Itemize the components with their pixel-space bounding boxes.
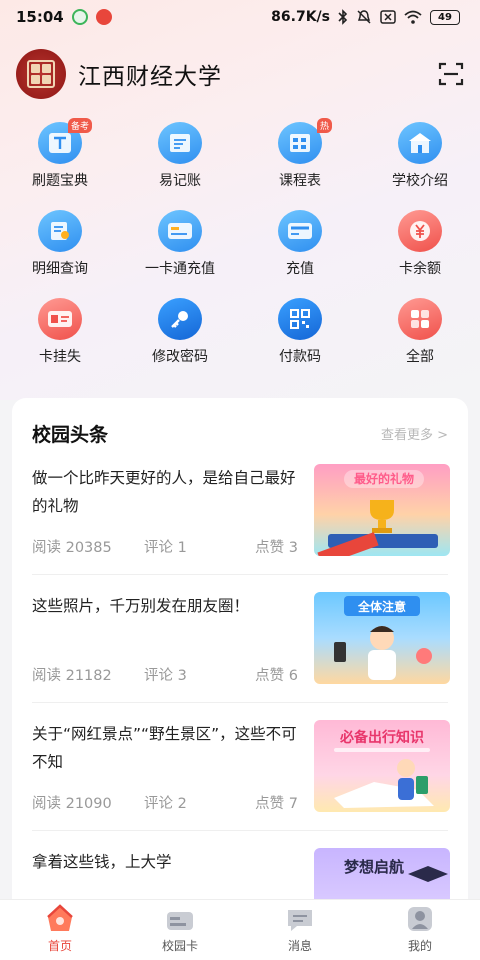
news-title: 做一个比昨天更好的人，是给自己最好的礼物 [32, 469, 296, 515]
wifi-icon [404, 10, 422, 24]
tab-label: 首页 [47, 939, 72, 953]
news-thumbnail: 全体注意 [314, 592, 450, 684]
battery-indicator: 49 [430, 9, 460, 25]
news-title: 关于“网红景点”“野生景区”，这些不可不知 [32, 725, 297, 771]
tab-profile[interactable]: 我的 [360, 900, 480, 960]
thumb-caption: 必备出行知识 [339, 729, 424, 746]
service-label: 课程表 [279, 173, 321, 189]
comment-count: 评论 1 [144, 540, 187, 556]
thumb-caption: 梦想启航 [344, 858, 404, 876]
service-badge: 备考 [67, 118, 92, 133]
tab-messages[interactable]: 消息 [240, 900, 360, 960]
qr-code-icon [278, 298, 322, 340]
tab-label: 校园卡 [161, 939, 198, 953]
service-item-card-recharge[interactable]: 一卡通充值 [120, 210, 240, 278]
balance-icon [398, 210, 442, 252]
news-item[interactable]: 这些照片，千万别发在朋友圈！ 阅读 21182 评论 3 点赞 6 全体注意 [32, 592, 450, 688]
service-label: 明细查询 [32, 261, 88, 277]
tab-home[interactable]: 首页 [0, 900, 120, 960]
view-more-link[interactable]: 查看更多 > [381, 424, 448, 443]
service-grid: 备考 刷题宝典 易记账 热 课程表 学校介绍 明细查询 一卡通充值 充值 卡余额… [0, 118, 480, 366]
card-lost-icon [38, 298, 82, 340]
campus-news-feed: 校园头条 查看更多 > 做一个比昨天更好的人，是给自己最好的礼物 阅读 2038… [12, 398, 468, 918]
like-count: 点赞 7 [255, 796, 298, 812]
all-apps-icon [398, 298, 442, 340]
school-icon [398, 122, 442, 164]
profile-icon [408, 907, 432, 931]
news-title: 这些照片，千万别发在朋友圈！ [32, 597, 250, 615]
service-label: 卡余额 [399, 261, 441, 277]
mute-icon [357, 10, 371, 24]
news-thumbnail: 必备出行知识 [314, 720, 450, 812]
read-count: 阅读 21090 [32, 796, 112, 812]
service-label: 卡挂失 [39, 349, 81, 365]
service-item-detail-query[interactable]: 明细查询 [0, 210, 120, 278]
service-label: 刷题宝典 [32, 173, 88, 189]
status-time: 15:04 [16, 8, 64, 26]
like-count: 点赞 6 [255, 668, 298, 684]
message-icon [288, 910, 312, 931]
tab-campus-card[interactable]: 校园卡 [120, 900, 240, 960]
bottom-nav: 首页 校园卡 消息 我的 [0, 899, 480, 960]
service-label: 付款码 [279, 349, 321, 365]
divider [32, 830, 448, 831]
comment-count: 评论 2 [144, 796, 187, 812]
service-item-all[interactable]: 全部 [360, 298, 480, 366]
app-notification-icon [71, 9, 88, 25]
status-bar: 15:04 86.7K/s 49 [0, 0, 480, 34]
scan-icon [438, 62, 464, 86]
home-icon [47, 904, 73, 931]
no-sim-icon [380, 10, 396, 24]
detail-query-icon [38, 210, 82, 252]
news-item[interactable]: 做一个比昨天更好的人，是给自己最好的礼物 阅读 20385 评论 1 点赞 3 … [32, 464, 450, 560]
tab-label: 我的 [407, 939, 432, 953]
service-label: 充值 [286, 261, 314, 277]
app-notification-icon [95, 9, 112, 25]
service-label: 全部 [406, 349, 434, 365]
page-title: 江西财经大学 [78, 64, 222, 90]
read-count: 阅读 20385 [32, 540, 112, 556]
service-label: 易记账 [159, 173, 201, 189]
service-item-question-bank[interactable]: 备考 刷题宝典 [0, 118, 120, 190]
service-item-change-password[interactable]: 修改密码 [120, 298, 240, 366]
service-label: 修改密码 [152, 349, 208, 365]
service-item-card-lost[interactable]: 卡挂失 [0, 298, 120, 366]
service-item-bookkeeping[interactable]: 易记账 [120, 122, 240, 190]
news-item[interactable]: 关于“网红景点”“野生景区”，这些不可不知 阅读 21090 评论 2 点赞 7… [32, 720, 450, 816]
thumb-caption: 最好的礼物 [354, 471, 414, 486]
service-badge: 热 [316, 118, 332, 133]
divider [32, 574, 448, 575]
network-speed: 86.7K/s [271, 9, 330, 25]
service-item-card-balance[interactable]: 卡余额 [360, 210, 480, 278]
feed-title: 校园头条 [32, 424, 109, 446]
service-item-timetable[interactable]: 热 课程表 [240, 118, 360, 190]
campus-card-icon [167, 912, 193, 930]
university-logo [16, 49, 66, 99]
news-thumbnail: 最好的礼物 [314, 464, 450, 556]
divider [32, 702, 448, 703]
bluetooth-icon [338, 9, 348, 25]
service-label: 一卡通充值 [145, 261, 215, 277]
news-title: 拿着这些钱，上大学 [32, 853, 172, 871]
service-item-school-intro[interactable]: 学校介绍 [360, 122, 480, 190]
timetable-icon: 热 [278, 118, 332, 164]
service-item-payment-code[interactable]: 付款码 [240, 298, 360, 366]
service-item-recharge[interactable]: 充值 [240, 210, 360, 278]
key-icon [158, 298, 202, 340]
read-count: 阅读 21182 [32, 668, 112, 684]
recharge-icon [278, 210, 322, 252]
notebook-icon [158, 122, 202, 164]
app-header: 江西财经大学 [0, 44, 480, 104]
thumb-caption: 全体注意 [357, 599, 406, 614]
like-count: 点赞 3 [255, 540, 298, 556]
book-icon: 备考 [38, 118, 92, 164]
card-recharge-icon [158, 210, 202, 252]
service-label: 学校介绍 [392, 173, 448, 189]
comment-count: 评论 3 [144, 668, 187, 684]
tab-label: 消息 [287, 939, 312, 953]
scan-button[interactable] [438, 61, 464, 87]
